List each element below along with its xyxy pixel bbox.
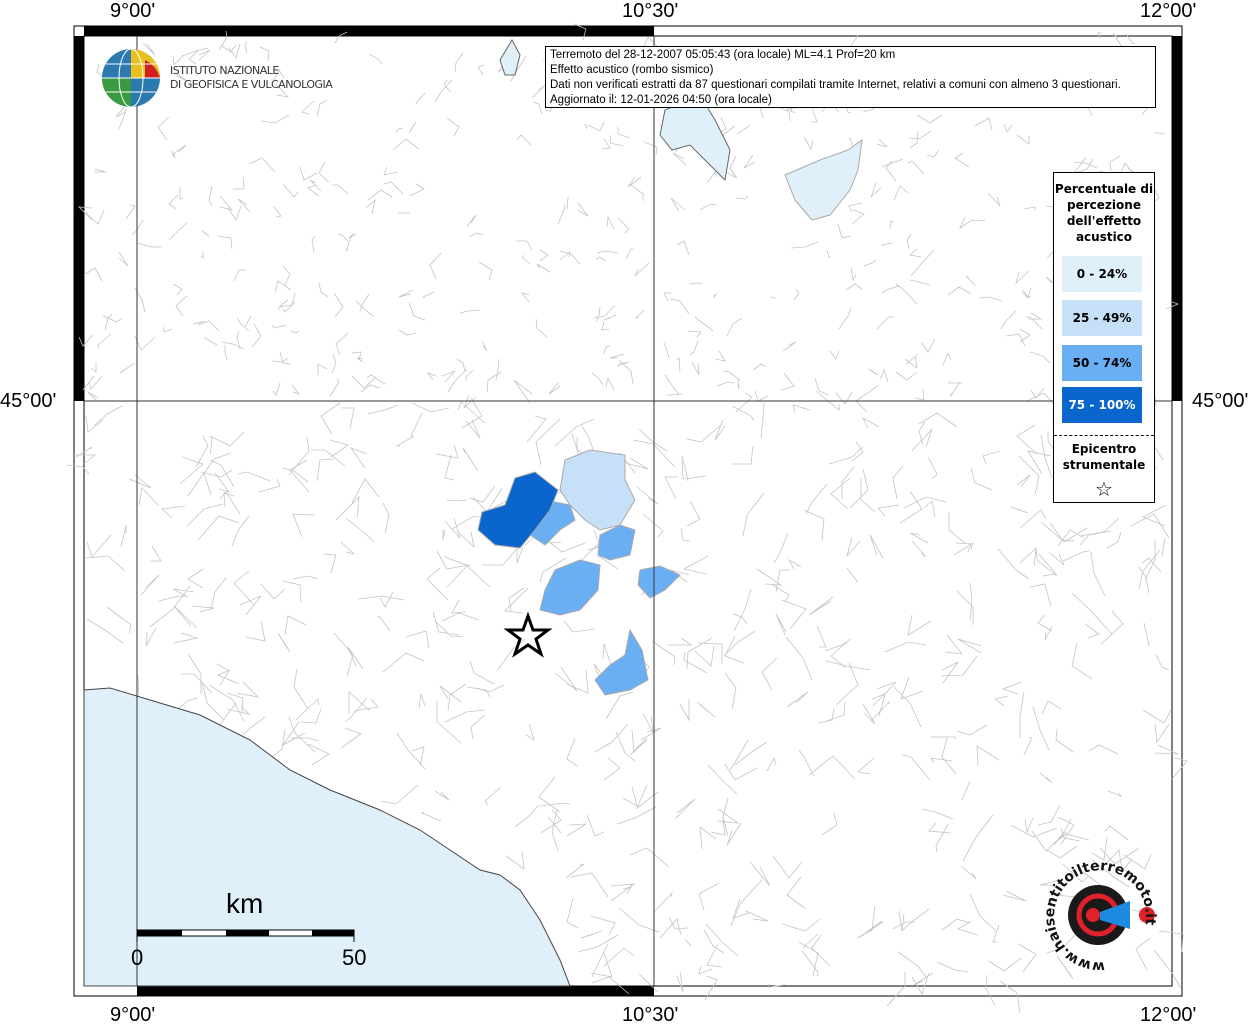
tick-right-45: 45°00' [1192,390,1249,412]
scale-end: 50 [342,945,367,970]
tick-left-45: 45°00' [0,390,57,412]
institute-line1: ISTITUTO NAZIONALE [170,64,279,77]
frame-stripe [74,36,84,401]
info-line-1: Terremoto del 28-12-2007 05:05:43 (ora l… [550,49,896,61]
tick-top-9: 9°00' [110,0,156,22]
legend-epicenter-star-icon: ☆ [1095,477,1113,501]
info-line-3: Dati non verificati estratti da 87 quest… [550,79,1121,91]
info-line-4: Aggiornato il: 12-01-2026 04:50 (ora loc… [550,94,772,106]
frame-stripe [1172,36,1182,401]
info-line-2: Effetto acustico (rombo sismico) [550,64,714,76]
tick-top-12: 12°00' [1140,0,1197,22]
frame-stripe [137,986,654,996]
event-info-box: Terremoto del 28-12-2007 05:05:43 (ora l… [545,46,1156,108]
tick-top-10-30: 10°30' [622,0,679,22]
map-canvas[interactable]: www.haisentitoilterremoto.it [0,0,1256,1024]
frame-stripe [84,26,654,36]
scale-start: 0 [131,945,144,970]
legend: Percentuale di percezione dell'effetto a… [1053,172,1155,503]
institute-line2: DI GEOFISICA E VULCANOLOGIA [170,78,333,91]
legend-title: Percentuale di percezione dell'effetto a… [1054,182,1154,244]
legend-epicenter-label: Epicentro strumentale [1062,442,1146,472]
legend-class-75-100: 75 - 100% [1062,387,1142,423]
scale-unit: km [226,888,264,919]
institute-name: ISTITUTO NAZIONALE DI GEOFISICA E VULCAN… [170,64,333,92]
legend-class-0-24: 0 - 24% [1062,256,1142,292]
legend-class-50-74: 50 - 74% [1062,345,1142,381]
legend-class-25-49: 25 - 49% [1062,300,1142,336]
ingv-logo [102,48,160,108]
